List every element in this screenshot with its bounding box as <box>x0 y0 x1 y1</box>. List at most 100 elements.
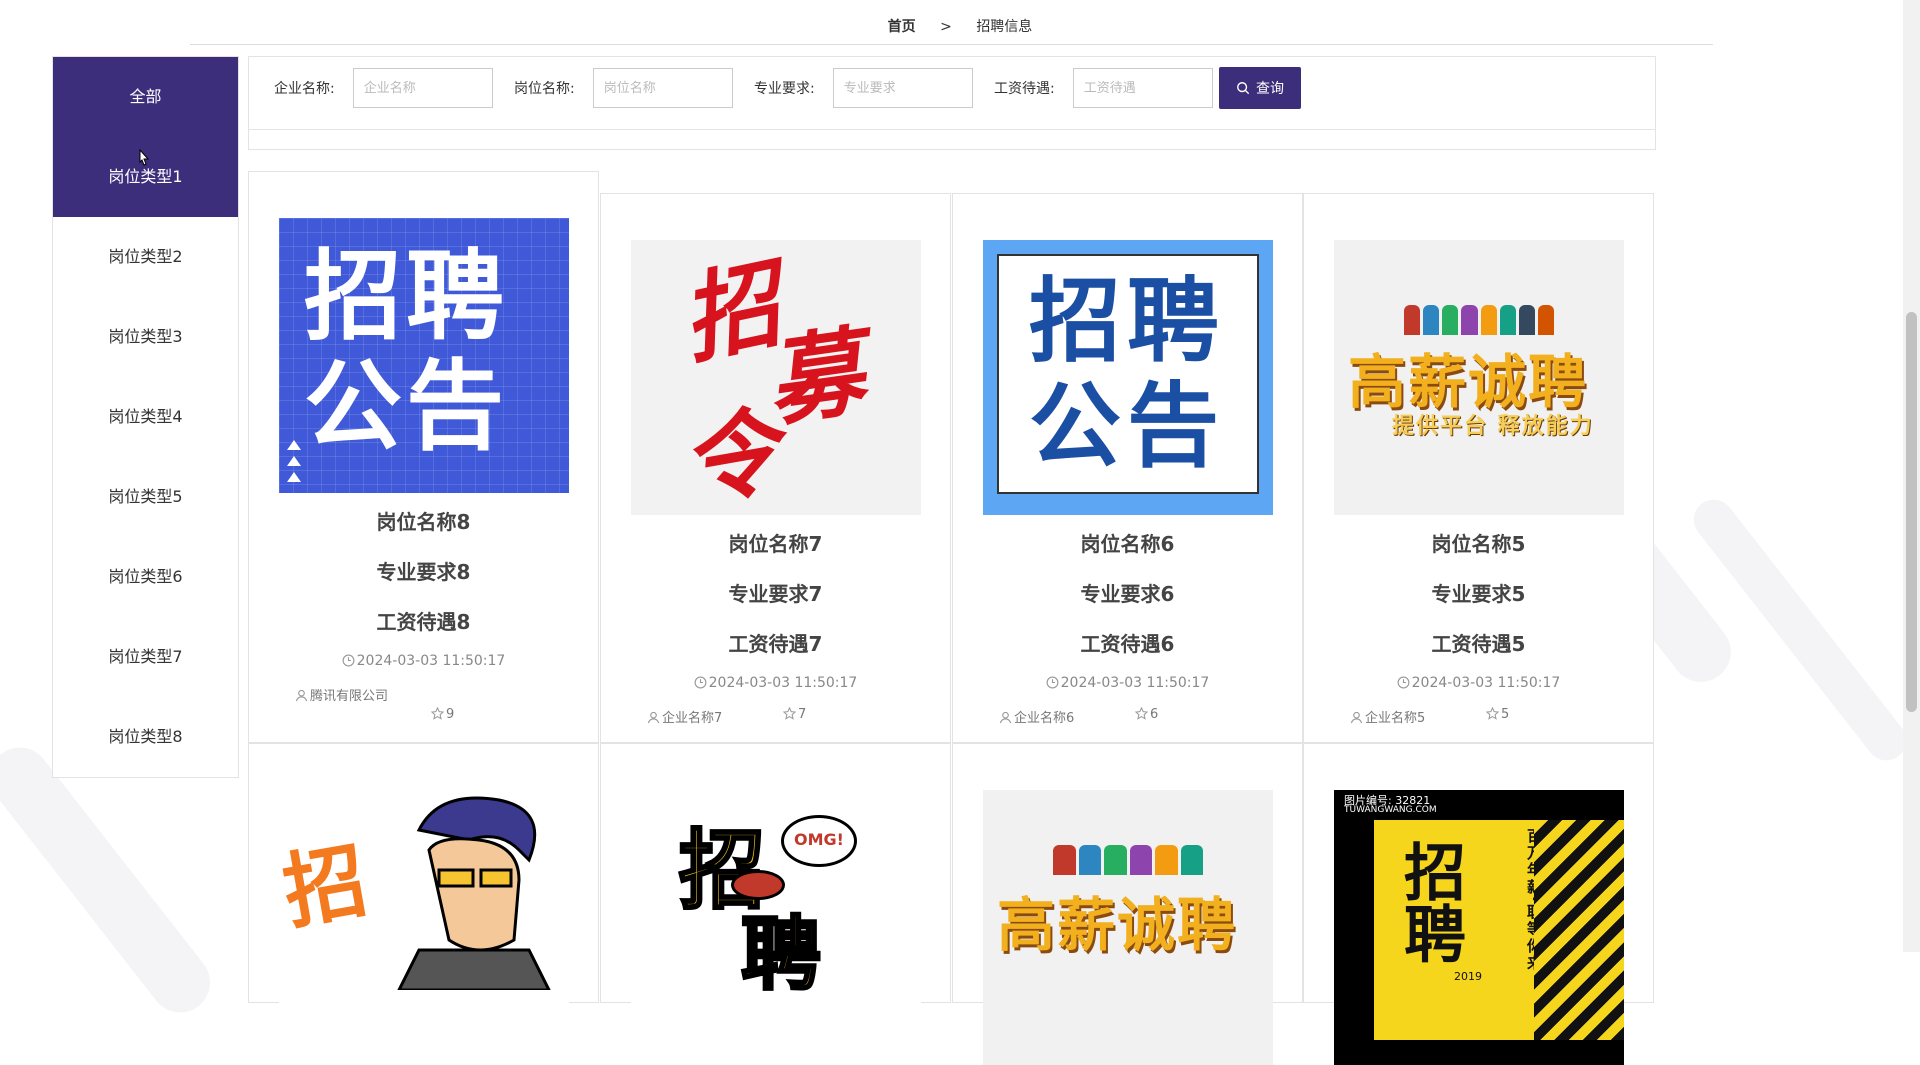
job-card-image[interactable]: 招聘 公告 <box>279 218 569 493</box>
salary-filter-label: 工资待遇: <box>994 81 1055 97</box>
star-icon <box>1135 707 1148 720</box>
breadcrumb: 首页 > 招聘信息 <box>0 16 1920 36</box>
company-name-input[interactable] <box>352 68 493 108</box>
poster-text: 招聘 <box>1393 840 1466 964</box>
position-filter: 岗位名称: <box>514 67 733 109</box>
star-icon <box>783 707 796 720</box>
major-input[interactable] <box>832 68 973 108</box>
poster-text: 募 <box>759 315 871 441</box>
poster-stripes <box>1534 820 1624 1040</box>
triangle-decoration-icon <box>287 440 301 482</box>
job-card-image[interactable]: 高薪诚聘 <box>983 790 1273 1065</box>
job-favorites-count: 6 <box>1150 707 1159 722</box>
salary-input[interactable] <box>1072 68 1213 108</box>
breadcrumb-current: 招聘信息 <box>976 19 1033 35</box>
sidebar-item-type2[interactable]: 岗位类型2 <box>53 217 238 297</box>
poster-subtext: 提供平台 释放能力 <box>1392 414 1594 439</box>
job-date-text: 2024-03-03 11:50:17 <box>1411 675 1561 691</box>
job-title[interactable]: 岗位名称6 <box>953 528 1302 557</box>
scrollbar-thumb[interactable] <box>1906 312 1917 712</box>
job-favorites-count: 7 <box>798 707 807 722</box>
search-button[interactable]: 查询 <box>1219 67 1301 109</box>
job-company: 企业名称7 <box>647 707 722 726</box>
job-company-text: 企业名称6 <box>1014 711 1075 726</box>
poster-text: 公告 <box>1029 373 1226 480</box>
company-filter: 企业名称: <box>274 67 493 109</box>
position-name-input[interactable] <box>592 68 733 108</box>
job-favorites: 9 <box>431 707 454 722</box>
job-salary: 工资待遇8 <box>376 610 471 634</box>
poster-text: 高薪诚聘 <box>997 891 1238 959</box>
job-date-text: 2024-03-03 11:50:17 <box>356 653 506 669</box>
background-stripe <box>0 735 223 1025</box>
job-title[interactable]: 岗位名称8 <box>249 506 598 535</box>
job-card-image[interactable]: 图片编号: 32821 TUWANGWANG.COM 招聘 百万年薪·职等你来 … <box>1334 790 1624 1065</box>
mouse-cursor-icon <box>139 149 150 166</box>
clock-icon <box>694 676 707 689</box>
position-filter-label: 岗位名称: <box>514 81 575 97</box>
job-favorites: 5 <box>1486 707 1509 722</box>
search-button-label: 查询 <box>1256 81 1284 97</box>
breadcrumb-home-link[interactable]: 首页 <box>888 16 916 36</box>
speech-bubble-text: OMG! <box>794 830 844 849</box>
job-date: 2024-03-03 11:50:17 <box>1304 675 1653 691</box>
job-company: 腾讯有限公司 <box>295 686 395 707</box>
job-salary: 工资待遇5 <box>1431 632 1526 656</box>
job-card[interactable]: 招 <box>248 743 599 1065</box>
job-company: 企业名称5 <box>1350 707 1425 726</box>
job-card[interactable]: 招聘 公告 岗位名称6 专业要求6 工资待遇6 2024-03-03 11:50… <box>952 193 1303 743</box>
job-date: 2024-03-03 11:50:17 <box>601 675 950 691</box>
job-title[interactable]: 岗位名称5 <box>1304 528 1653 557</box>
job-date: 2024-03-03 11:50:17 <box>953 675 1302 691</box>
user-icon <box>1350 711 1363 724</box>
job-favorites: 7 <box>783 707 806 722</box>
sidebar-item-type3[interactable]: 岗位类型3 <box>53 297 238 377</box>
sidebar-item-type4[interactable]: 岗位类型4 <box>53 377 238 457</box>
job-major: 专业要求7 <box>728 582 823 606</box>
star-icon <box>431 707 444 720</box>
job-card-image[interactable]: 高薪诚聘 提供平台 释放能力 <box>1334 240 1624 515</box>
job-card[interactable]: 招 聘 OMG! <box>600 743 951 1065</box>
clock-icon <box>1397 676 1410 689</box>
job-favorites-count: 9 <box>446 707 455 722</box>
job-card[interactable]: 招 募 令 岗位名称7 专业要求7 工资待遇7 2024-03-03 11:50… <box>600 193 951 743</box>
sidebar-item-type6[interactable]: 岗位类型6 <box>53 537 238 617</box>
job-card[interactable]: 高薪诚聘 提供平台 释放能力 岗位名称5 专业要求5 工资待遇5 2024-03… <box>1303 193 1654 743</box>
lips-illustration <box>731 870 785 900</box>
job-card-image[interactable]: 招 <box>279 790 569 1065</box>
poster-text: 招聘 <box>1029 268 1226 375</box>
sidebar-item-type5[interactable]: 岗位类型5 <box>53 457 238 537</box>
speech-bubble: OMG! <box>781 815 857 867</box>
sidebar-item-all[interactable]: 全部 <box>53 57 238 137</box>
people-illustration <box>1053 845 1203 875</box>
poster-text: 聘 <box>740 907 823 1003</box>
poster-brand: TUWANGWANG.COM <box>1344 805 1437 815</box>
scrollbar-track[interactable] <box>1903 0 1920 952</box>
salary-filter: 工资待遇: <box>994 67 1213 109</box>
breadcrumb-separator: > <box>940 19 952 35</box>
poster-text: 招 <box>279 833 375 942</box>
job-card-image[interactable]: 招聘 公告 <box>983 240 1273 515</box>
major-filter: 专业要求: <box>754 67 973 109</box>
job-date-text: 2024-03-03 11:50:17 <box>708 675 858 691</box>
search-panel: 企业名称: 岗位名称: 专业要求: 工资待遇: 查询 <box>248 56 1656 150</box>
user-icon <box>647 711 660 724</box>
job-card[interactable]: 高薪诚聘 <box>952 743 1303 1065</box>
major-filter-label: 专业要求: <box>754 81 815 97</box>
job-title[interactable]: 岗位名称7 <box>601 528 950 557</box>
job-card-image[interactable]: 招 聘 OMG! <box>631 790 921 1065</box>
job-major: 专业要求5 <box>1431 582 1526 606</box>
job-company: 企业名称6 <box>999 707 1074 726</box>
job-card-image[interactable]: 招 募 令 <box>631 240 921 515</box>
user-icon <box>999 711 1012 724</box>
job-company-text: 企业名称7 <box>662 711 723 726</box>
cartoon-man-illustration <box>397 796 551 990</box>
sidebar-item-type8[interactable]: 岗位类型8 <box>53 697 238 777</box>
sidebar-item-type7[interactable]: 岗位类型7 <box>53 617 238 697</box>
job-card[interactable]: 招聘 公告 岗位名称8 专业要求8 工资待遇8 2024-03-03 11:50… <box>248 171 599 743</box>
job-card[interactable]: 图片编号: 32821 TUWANGWANG.COM 招聘 百万年薪·职等你来 … <box>1303 743 1654 1065</box>
breadcrumb-divider <box>190 44 1713 45</box>
job-favorites: 6 <box>1135 707 1158 722</box>
job-salary: 工资待遇7 <box>728 632 823 656</box>
job-favorites-count: 5 <box>1501 707 1510 722</box>
